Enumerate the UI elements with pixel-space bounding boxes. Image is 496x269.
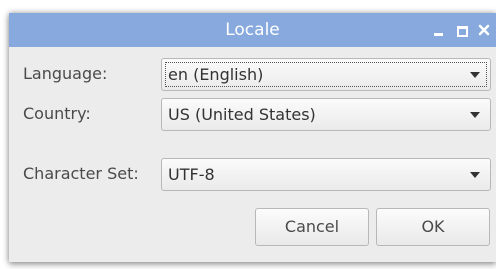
chevron-down-icon (470, 72, 480, 78)
cancel-button[interactable]: Cancel (255, 208, 369, 246)
minimize-button[interactable] (430, 21, 448, 39)
chevron-down-icon (470, 112, 480, 118)
close-button[interactable] (476, 21, 494, 39)
country-dropdown[interactable]: US (United States) (161, 98, 491, 131)
language-value: en (English) (168, 65, 264, 84)
language-dropdown[interactable]: en (English) (161, 58, 491, 91)
close-icon (478, 24, 490, 36)
chevron-down-icon (470, 172, 480, 178)
minimize-icon (434, 33, 443, 36)
title-bar[interactable]: Locale (9, 13, 496, 47)
locale-dialog: Locale Language: en (English) Country: U… (9, 13, 496, 262)
maximize-button[interactable] (454, 21, 472, 39)
window-title: Locale (225, 20, 280, 40)
country-value: US (United States) (168, 105, 316, 124)
charset-value: UTF-8 (168, 165, 215, 184)
maximize-icon (457, 26, 468, 37)
charset-dropdown[interactable]: UTF-8 (161, 158, 491, 191)
language-label: Language: (23, 64, 108, 83)
charset-label: Character Set: (23, 164, 139, 183)
country-label: Country: (23, 104, 91, 123)
ok-button[interactable]: OK (376, 208, 490, 246)
